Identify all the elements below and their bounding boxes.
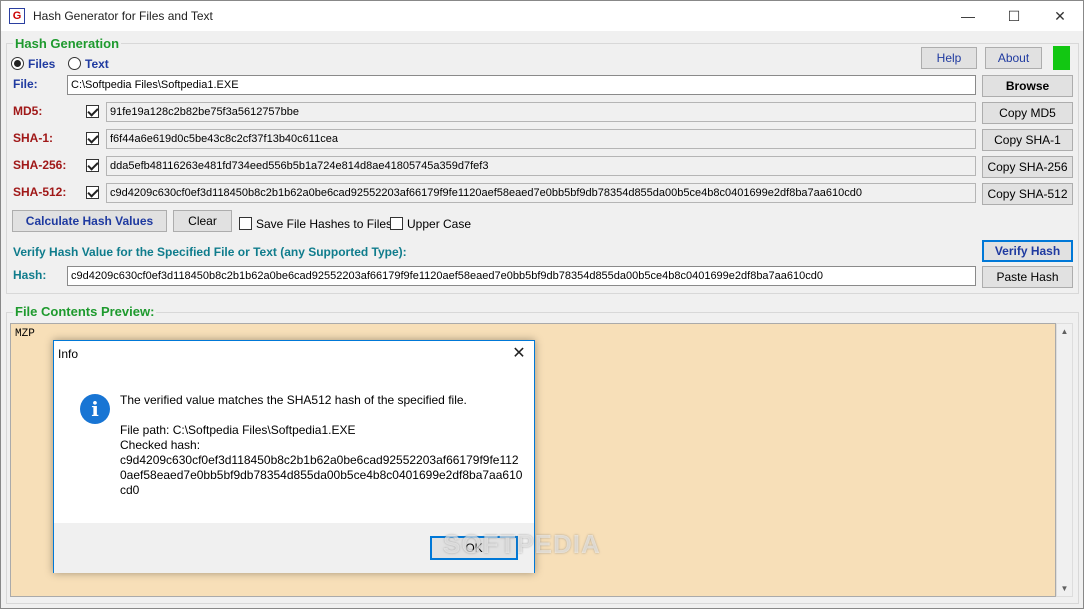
maximize-button[interactable]: ☐ xyxy=(991,1,1037,31)
sha256-checkbox[interactable] xyxy=(86,159,99,172)
file-path-input[interactable]: C:\Softpedia Files\Softpedia1.EXE xyxy=(67,75,976,95)
dialog-message: The verified value matches the SHA512 ha… xyxy=(120,393,467,407)
dialog-title: Info xyxy=(58,347,79,361)
verify-heading: Verify Hash Value for the Specified File… xyxy=(13,245,407,259)
copy-sha256-button[interactable]: Copy SHA-256 xyxy=(982,156,1073,178)
app-icon: G xyxy=(9,8,25,24)
title-bar: G Hash Generator for Files and Text — ☐ … xyxy=(1,1,1083,31)
file-preview-title: File Contents Preview: xyxy=(13,304,157,319)
md5-field[interactable]: 91fe19a128c2b82be75f3a5612757bbe xyxy=(106,102,976,122)
dialog-file-path: File path: C:\Softpedia Files\Softpedia1… xyxy=(120,423,356,437)
window-title: Hash Generator for Files and Text xyxy=(33,9,213,23)
verify-hash-button[interactable]: Verify Hash xyxy=(982,240,1073,262)
text-radio[interactable] xyxy=(68,57,81,70)
copy-md5-button[interactable]: Copy MD5 xyxy=(982,102,1073,124)
sha1-label: SHA-1: xyxy=(13,131,54,145)
status-indicator xyxy=(1053,46,1070,70)
paste-hash-button[interactable]: Paste Hash xyxy=(982,266,1073,288)
dialog-hash-line-2: 0aef58eaed7e0bb5bf9db78354d855da00b5ce4b… xyxy=(120,468,523,482)
close-button[interactable]: ✕ xyxy=(1037,1,1083,31)
dialog-hash-line-3: cd0 xyxy=(120,483,140,497)
sha256-label: SHA-256: xyxy=(13,158,67,172)
hash-generation-title: Hash Generation xyxy=(13,36,122,51)
dialog-checked-hash-label: Checked hash: xyxy=(120,438,201,452)
preview-scrollbar[interactable]: ▲ ▼ xyxy=(1056,323,1073,597)
scroll-down-icon[interactable]: ▼ xyxy=(1057,581,1072,596)
app-window: G Hash Generator for Files and Text — ☐ … xyxy=(0,0,1084,609)
info-icon: i xyxy=(80,394,110,424)
sha512-field[interactable]: c9d4209c630cf0ef3d118450b8c2b1b62a0be6ca… xyxy=(106,183,976,203)
save-hashes-label[interactable]: Save File Hashes to Files xyxy=(256,217,392,231)
calculate-hash-button[interactable]: Calculate Hash Values xyxy=(12,210,167,232)
files-radio[interactable] xyxy=(11,57,24,70)
sha512-checkbox[interactable] xyxy=(86,186,99,199)
softpedia-watermark: SOFTPEDIA xyxy=(443,529,601,559)
md5-checkbox[interactable] xyxy=(86,105,99,118)
about-button[interactable]: About xyxy=(985,47,1042,69)
sha1-field[interactable]: f6f44a6e619d0c5be43c8c2cf37f13b40c611cea xyxy=(106,129,976,149)
hash-label: Hash: xyxy=(13,268,47,282)
minimize-button[interactable]: — xyxy=(945,1,991,31)
text-radio-label[interactable]: Text xyxy=(85,57,109,71)
save-hashes-checkbox[interactable] xyxy=(239,217,252,230)
sha1-checkbox[interactable] xyxy=(86,132,99,145)
verify-hash-input[interactable]: c9d4209c630cf0ef3d118450b8c2b1b62a0be6ca… xyxy=(67,266,976,286)
copy-sha512-button[interactable]: Copy SHA-512 xyxy=(982,183,1073,205)
upper-case-label[interactable]: Upper Case xyxy=(407,217,471,231)
copy-sha1-button[interactable]: Copy SHA-1 xyxy=(982,129,1073,151)
dialog-hash-line-1: c9d4209c630cf0ef3d118450b8c2b1b62a0be6ca… xyxy=(120,453,519,467)
clear-button[interactable]: Clear xyxy=(173,210,232,232)
browse-button[interactable]: Browse xyxy=(982,75,1073,97)
sha256-field[interactable]: dda5efb48116263e481fd734eed556b5b1a724e8… xyxy=(106,156,976,176)
scroll-up-icon[interactable]: ▲ xyxy=(1057,324,1072,339)
file-preview-text: MZP xyxy=(15,328,35,340)
upper-case-checkbox[interactable] xyxy=(390,217,403,230)
file-label: File: xyxy=(13,77,38,91)
files-radio-label[interactable]: Files xyxy=(28,57,55,71)
dialog-close-icon[interactable]: ✕ xyxy=(504,341,534,367)
sha512-label: SHA-512: xyxy=(13,185,67,199)
md5-label: MD5: xyxy=(13,104,43,118)
help-button[interactable]: Help xyxy=(921,47,977,69)
